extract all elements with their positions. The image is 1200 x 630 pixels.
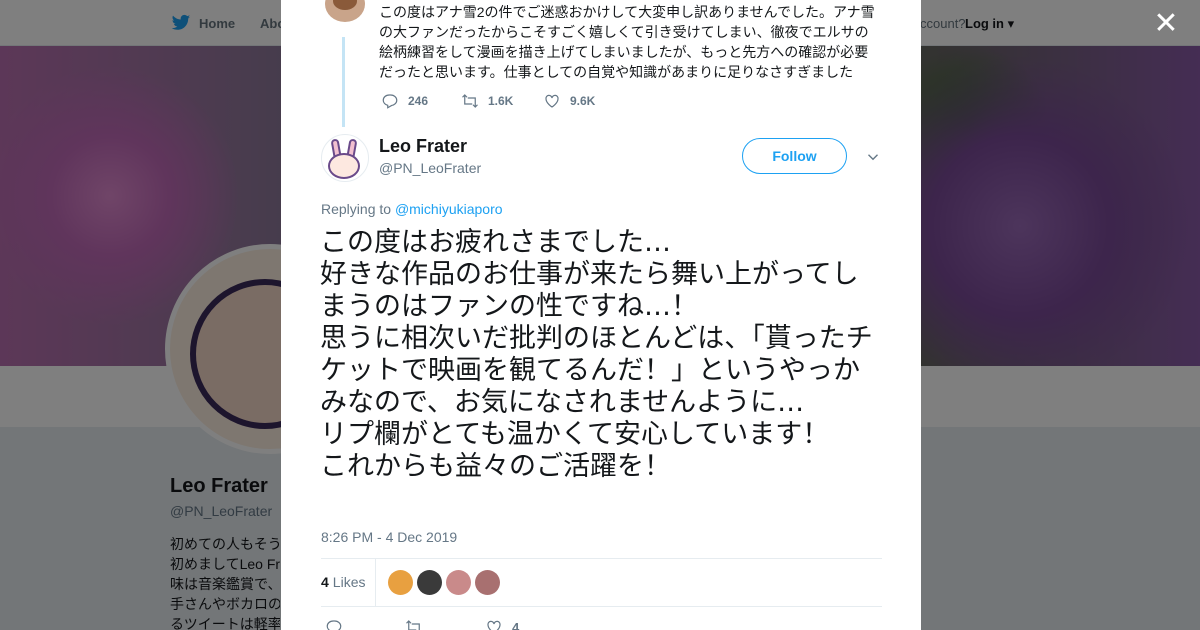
liker-avatar[interactable]	[388, 570, 414, 595]
tweet-timestamp[interactable]: 8:26 PM - 4 Dec 2019	[321, 529, 457, 545]
likes-count: 4	[321, 574, 329, 590]
likers-avatars	[388, 570, 501, 595]
replying-prefix: Replying to	[321, 201, 392, 217]
retweet-button[interactable]	[405, 618, 485, 630]
likes-label: Likes	[332, 574, 366, 590]
retweet-icon	[406, 620, 420, 630]
like-button[interactable]: 4	[485, 618, 565, 630]
tweet-modal: この度はアナ雪2の件でご迷惑おかけして大変申し訳ありませんでした。アナ雪の大ファ…	[281, 0, 921, 630]
divider	[321, 606, 882, 607]
thread-line	[342, 37, 345, 127]
follow-button[interactable]: Follow	[742, 138, 847, 174]
liker-avatar[interactable]	[475, 570, 501, 595]
author-handle[interactable]: @PN_LeoFrater	[379, 160, 481, 176]
reply-button[interactable]	[325, 618, 405, 630]
parent-reply-button[interactable]: 246	[381, 92, 461, 110]
heart-icon	[545, 94, 559, 108]
likes-count-link[interactable]: 4 Likes	[321, 559, 377, 606]
parent-reply-count: 246	[408, 94, 429, 108]
liker-avatar[interactable]	[446, 570, 472, 595]
replying-mention-link[interactable]: @michiyukiaporo	[395, 201, 503, 217]
author-avatar[interactable]	[321, 134, 369, 182]
tweet-actions: 4	[325, 618, 565, 630]
retweet-icon	[462, 94, 478, 108]
reply-icon	[326, 620, 342, 630]
parent-tweet-actions: 246 1.6K 9.6K	[381, 92, 595, 110]
parent-like-count: 9.6K	[570, 94, 596, 108]
parent-retweet-count: 1.6K	[488, 94, 514, 108]
author-name[interactable]: Leo Frater	[379, 136, 467, 157]
more-options-button[interactable]	[864, 148, 882, 166]
like-count: 4	[512, 619, 520, 630]
replying-to: Replying to @michiyukiaporo	[321, 201, 503, 217]
parent-tweet-avatar[interactable]	[325, 0, 365, 22]
parent-retweet-button[interactable]: 1.6K	[461, 92, 543, 110]
likes-row: 4 Likes	[321, 559, 882, 606]
parent-like-button[interactable]: 9.6K	[543, 92, 595, 110]
liker-avatar[interactable]	[417, 570, 443, 595]
tweet-text: この度はお疲れさまでした… 好きな作品のお仕事が来たら舞い上がってしまうのはファ…	[320, 227, 873, 482]
chevron-down-icon	[868, 154, 878, 161]
parent-tweet-text: この度はアナ雪2の件でご迷惑おかけして大変申し訳ありませんでした。アナ雪の大ファ…	[379, 4, 875, 80]
heart-icon	[487, 620, 501, 630]
close-icon[interactable]: ✕	[1152, 9, 1180, 39]
reply-icon	[382, 94, 398, 109]
